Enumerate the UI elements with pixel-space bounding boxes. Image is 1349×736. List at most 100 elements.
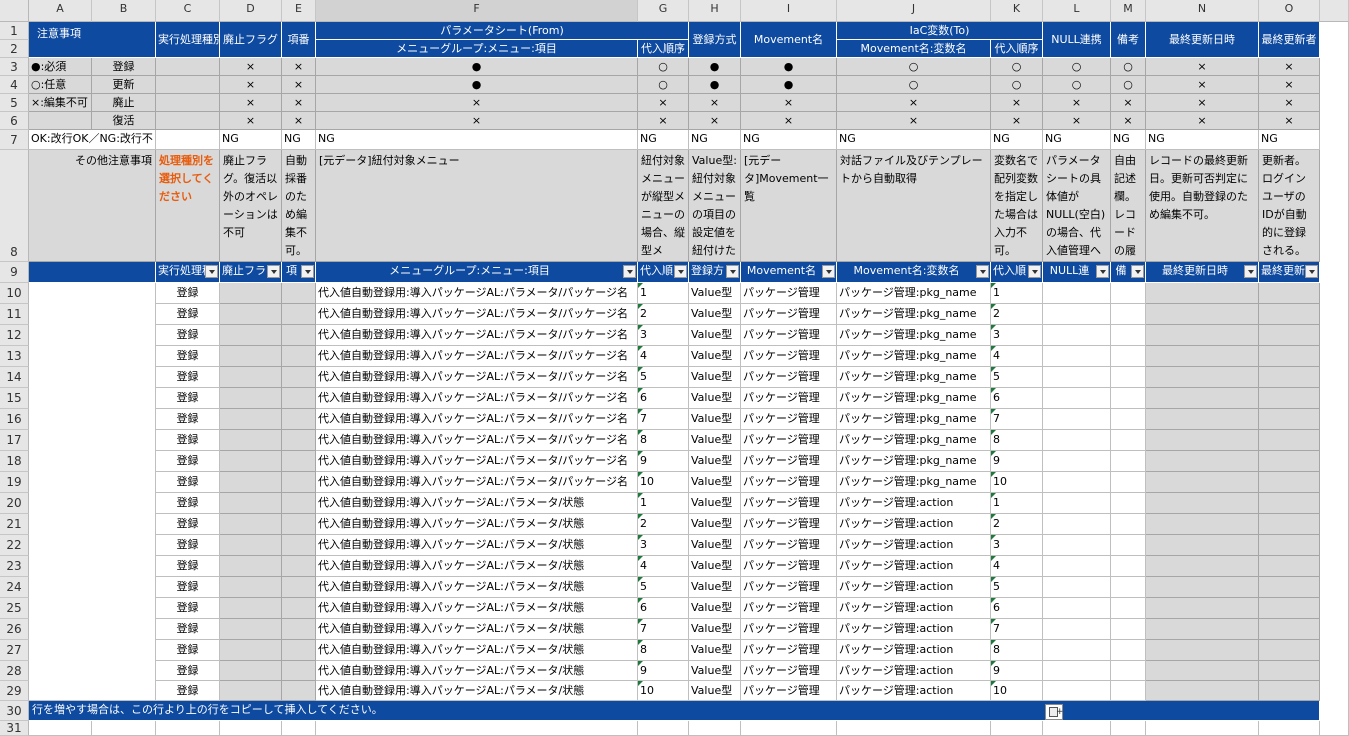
row-header-5[interactable]: 5 <box>0 94 29 112</box>
order-cell[interactable]: 8 <box>638 430 689 451</box>
legend-2[interactable]: ×:編集不可 <box>29 94 92 112</box>
spreadsheet-grid[interactable]: A B C D E F G H I J K L M N O 1 2 3 4 5 6 7 8 9 10 11 12 13 14 15 16 17… <box>0 0 1349 736</box>
filter-dropdown-icon[interactable] <box>726 265 739 278</box>
mark-cell[interactable] <box>156 112 220 130</box>
item-no-cell[interactable] <box>282 577 316 598</box>
movement-cell[interactable]: パッケージ管理 <box>741 598 837 619</box>
updated-cell[interactable] <box>1146 556 1259 577</box>
reg-method-header[interactable]: 登録方式 <box>689 22 741 58</box>
remarks-cell[interactable] <box>1111 283 1146 304</box>
item-no-cell[interactable] <box>282 388 316 409</box>
mark-cell[interactable]: × <box>638 94 689 112</box>
updated-cell[interactable] <box>1146 493 1259 514</box>
var-cell[interactable]: パッケージ管理:action <box>837 577 991 598</box>
item-no-cell[interactable] <box>282 681 316 701</box>
menu-cell[interactable]: 代入値自動登録用:導入パッケージAL:パラメータ/状態 <box>316 493 638 514</box>
row-header-24[interactable]: 24 <box>0 577 29 598</box>
remarks-cell[interactable] <box>1111 681 1146 701</box>
row-header-30[interactable]: 30 <box>0 701 29 721</box>
ng-cell[interactable]: NG <box>638 130 689 150</box>
mark-cell[interactable]: × <box>689 112 741 130</box>
exec-cell[interactable]: 登録 <box>156 325 220 346</box>
mark-cell[interactable]: ● <box>316 58 638 76</box>
updated-cell[interactable] <box>1146 640 1259 661</box>
updated-cell[interactable] <box>1146 325 1259 346</box>
movement-cell[interactable]: パッケージ管理 <box>741 619 837 640</box>
menu-cell[interactable]: 代入値自動登録用:導入パッケージAL:パラメータ/状態 <box>316 619 638 640</box>
mark-cell[interactable]: × <box>282 94 316 112</box>
var-cell[interactable]: パッケージ管理:action <box>837 598 991 619</box>
mark-cell[interactable]: × <box>220 58 282 76</box>
note-order[interactable]: 紐付対象メニューが縦型メニューの場合、縦型メ <box>638 150 689 262</box>
row-header-8[interactable]: 8 <box>0 150 29 262</box>
mark-cell[interactable]: × <box>689 94 741 112</box>
filter-dropdown-icon[interactable] <box>205 265 218 278</box>
discard-cell[interactable] <box>220 514 282 535</box>
empty-cell[interactable] <box>1043 721 1111 736</box>
filter-blank[interactable] <box>29 262 156 283</box>
remarks-cell[interactable] <box>1111 304 1146 325</box>
order-cell[interactable]: 3 <box>638 535 689 556</box>
user-cell[interactable] <box>1259 640 1320 661</box>
order-cell[interactable]: 7 <box>638 409 689 430</box>
var-cell[interactable]: パッケージ管理:pkg_name <box>837 346 991 367</box>
mark-cell[interactable]: ● <box>741 76 837 94</box>
order-cell[interactable]: 6 <box>638 598 689 619</box>
item-no-cell[interactable] <box>282 367 316 388</box>
order-to-cell[interactable]: 6 <box>991 388 1043 409</box>
mark-cell[interactable]: × <box>1146 76 1259 94</box>
row-header-19[interactable]: 19 <box>0 472 29 493</box>
empty-cell[interactable] <box>741 721 837 736</box>
item-no-cell[interactable] <box>282 451 316 472</box>
row-header-29[interactable]: 29 <box>0 681 29 701</box>
user-cell[interactable] <box>1259 556 1320 577</box>
filter-dropdown-icon[interactable] <box>1244 265 1257 278</box>
row-header-6[interactable]: 6 <box>0 112 29 130</box>
remarks-cell[interactable] <box>1111 409 1146 430</box>
note-null[interactable]: パラメータシートの具体値がNULL(空白)の場合、代入値管理へ登録 <box>1043 150 1111 262</box>
note-updated[interactable]: レコードの最終更新日。更新可否判定に使用。自動登録のため編集不可。 <box>1146 150 1259 262</box>
filter-header-2[interactable]: 項 <box>282 262 316 283</box>
menu-cell[interactable]: 代入値自動登録用:導入パッケージAL:パラメータ/パッケージ名 <box>316 409 638 430</box>
column-header-n[interactable]: N <box>1146 0 1259 22</box>
method-cell[interactable]: Value型 <box>689 661 741 681</box>
iac-to-header[interactable]: IaC変数(To) <box>837 22 1043 40</box>
column-header-m[interactable]: M <box>1111 0 1146 22</box>
mark-cell[interactable]: × <box>741 94 837 112</box>
discard-cell[interactable] <box>220 451 282 472</box>
order-to-cell[interactable]: 7 <box>991 409 1043 430</box>
item-no-cell[interactable] <box>282 640 316 661</box>
discard-cell[interactable] <box>220 304 282 325</box>
order-to-cell[interactable]: 5 <box>991 367 1043 388</box>
mark-cell[interactable]: × <box>282 112 316 130</box>
filter-dropdown-icon[interactable] <box>822 265 835 278</box>
remarks-cell[interactable] <box>1111 493 1146 514</box>
exec-cell[interactable]: 登録 <box>156 577 220 598</box>
order-cell[interactable]: 10 <box>638 681 689 701</box>
discard-cell[interactable] <box>220 577 282 598</box>
exec-cell[interactable]: 登録 <box>156 283 220 304</box>
note-remarks[interactable]: 自由記述欄。レコードの履 <box>1111 150 1146 262</box>
exec-cell[interactable]: 登録 <box>156 493 220 514</box>
exec-cell[interactable]: 登録 <box>156 640 220 661</box>
order-cell[interactable]: 5 <box>638 577 689 598</box>
empty-cell[interactable] <box>92 721 156 736</box>
row-header-25[interactable]: 25 <box>0 598 29 619</box>
empty-cell[interactable] <box>29 721 92 736</box>
null-cell[interactable] <box>1043 346 1111 367</box>
note-user[interactable]: 更新者。ログインユーザのIDが自動的に登録される。編集不可。 <box>1259 150 1320 262</box>
discard-cell[interactable] <box>220 388 282 409</box>
updated-cell[interactable] <box>1146 430 1259 451</box>
remarks-cell[interactable] <box>1111 346 1146 367</box>
column-header-j[interactable]: J <box>837 0 991 22</box>
menu-cell[interactable]: 代入値自動登録用:導入パッケージAL:パラメータ/パッケージ名 <box>316 367 638 388</box>
updated-cell[interactable] <box>1146 619 1259 640</box>
note-method[interactable]: Value型:紐付対象メニューの項目の設定値を紐付けた <box>689 150 741 262</box>
empty-cell[interactable] <box>282 721 316 736</box>
var-cell[interactable]: パッケージ管理:pkg_name <box>837 304 991 325</box>
filter-dropdown-icon[interactable] <box>267 265 280 278</box>
row-header-16[interactable]: 16 <box>0 409 29 430</box>
mark-cell[interactable]: ○ <box>991 58 1043 76</box>
mark-cell[interactable]: × <box>316 94 638 112</box>
filter-header-0[interactable]: 実行処理種 <box>156 262 220 283</box>
